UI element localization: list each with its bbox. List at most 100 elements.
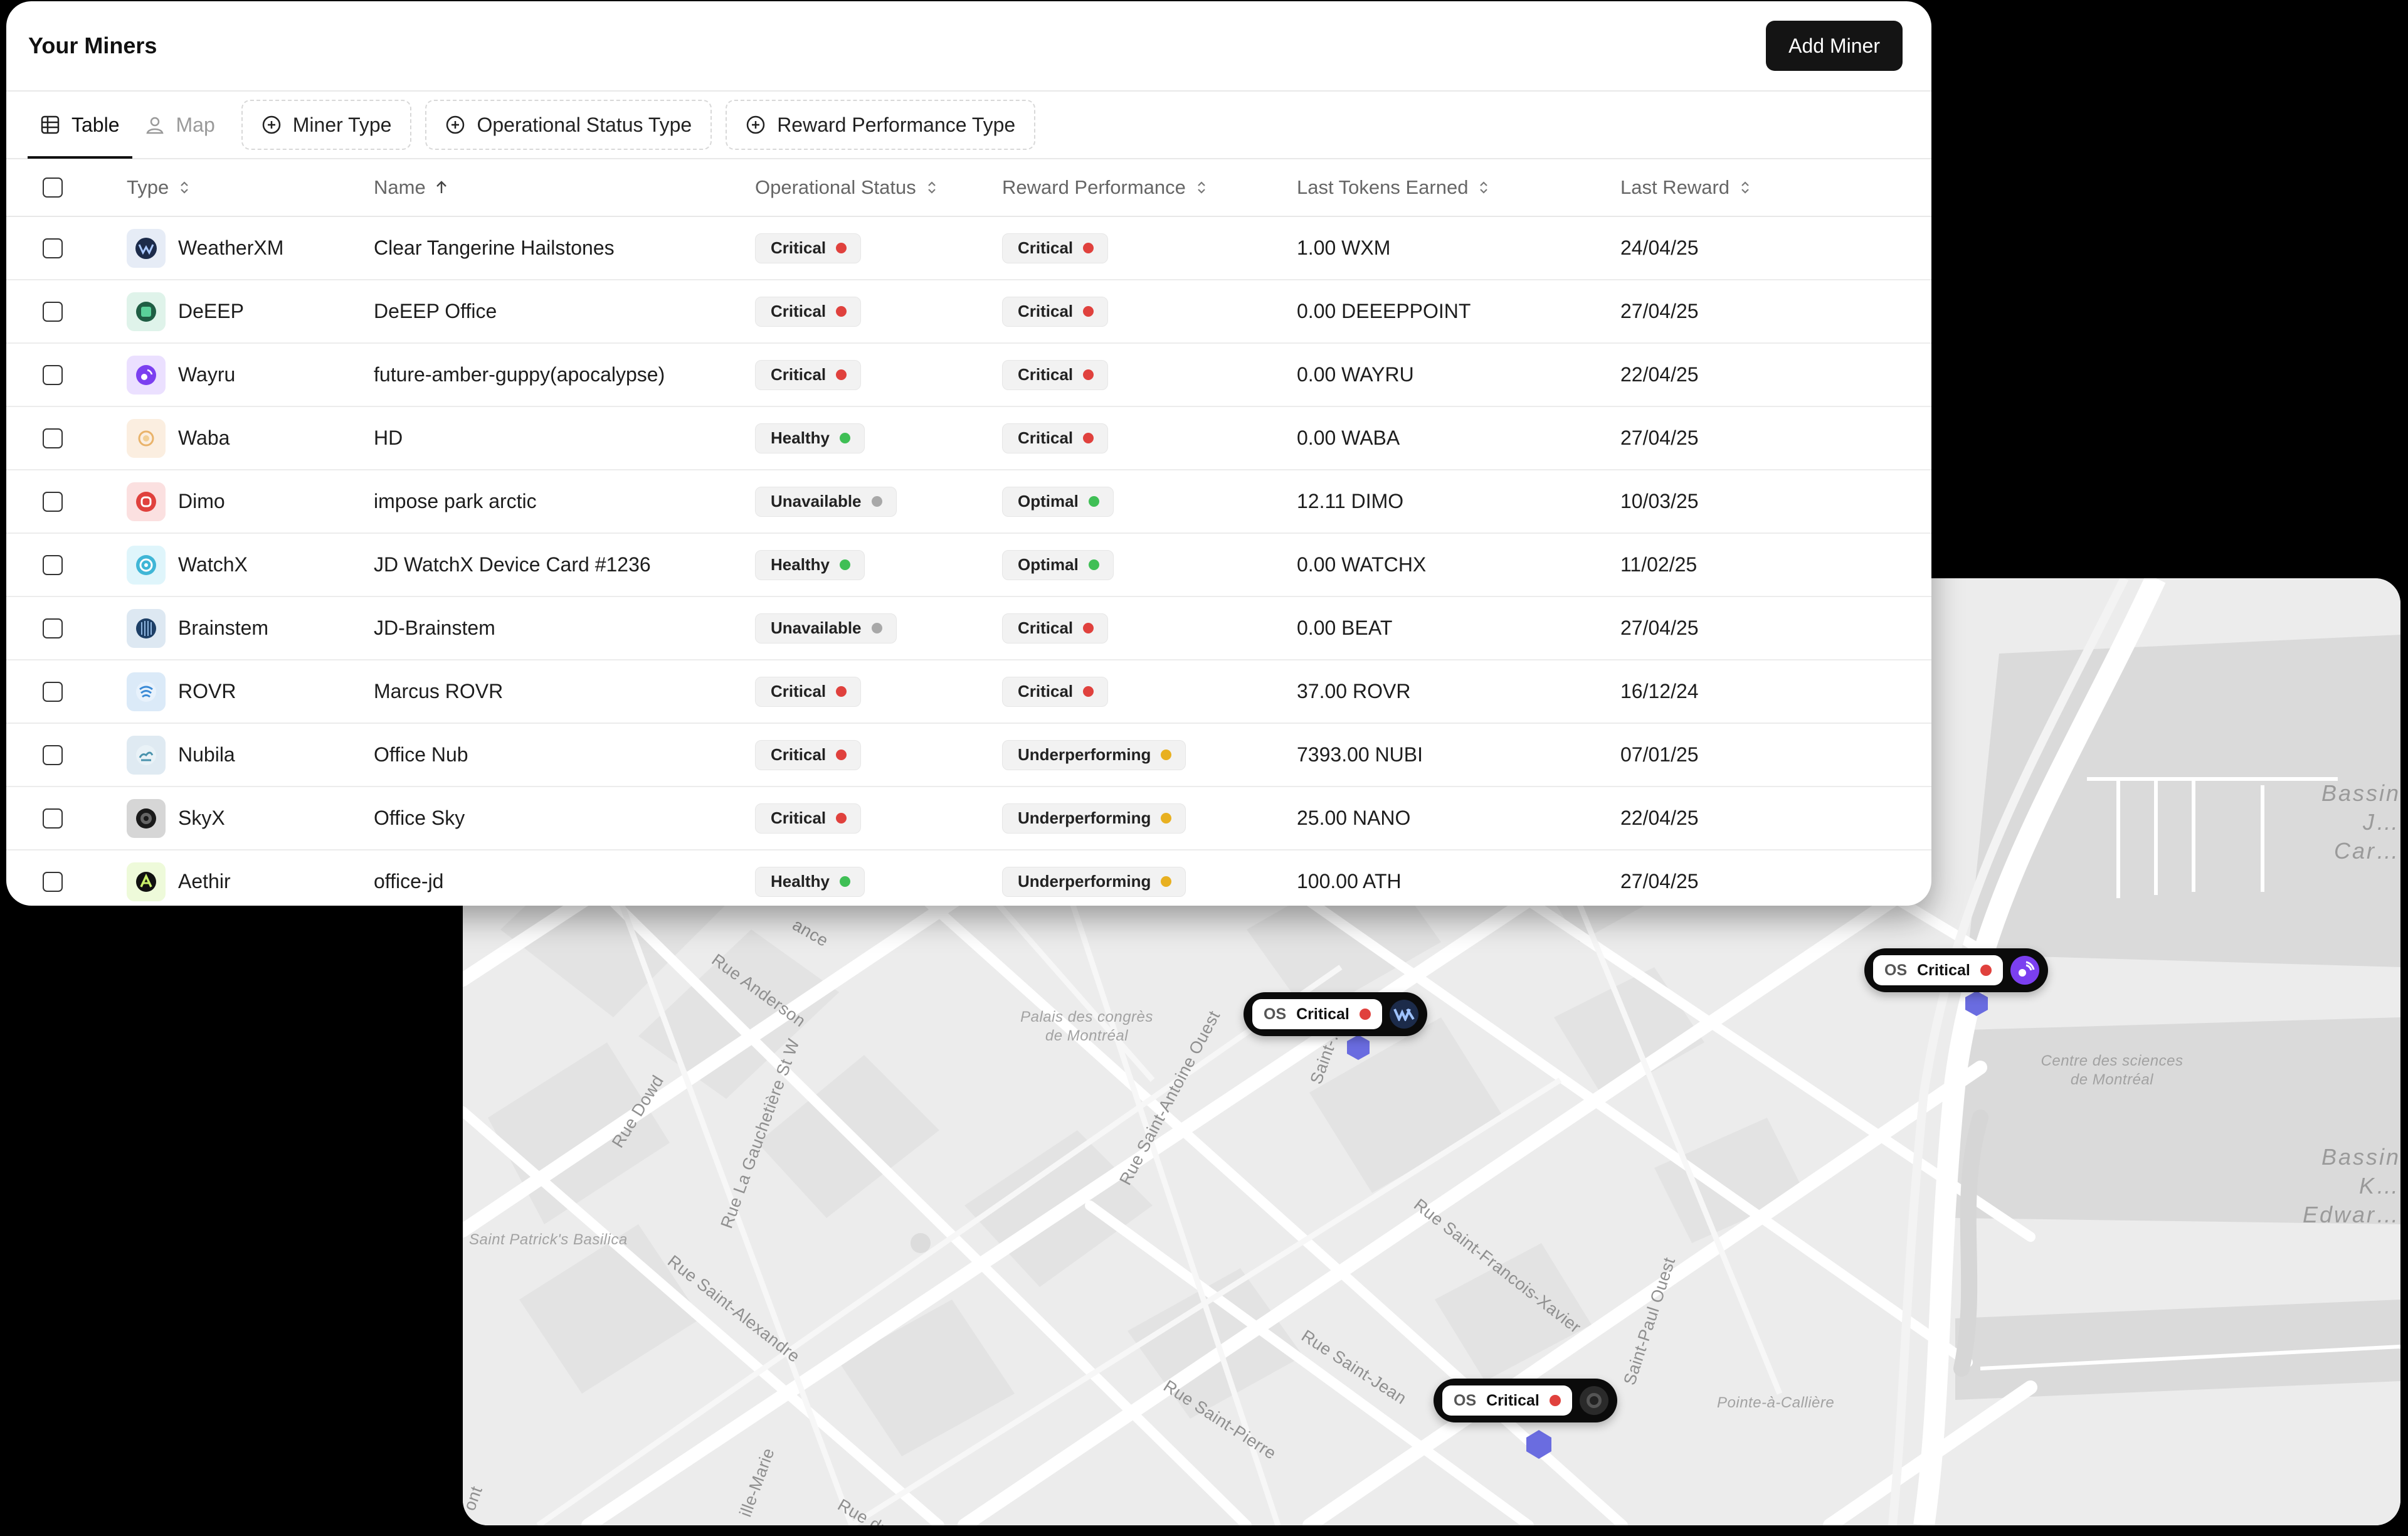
arrow-up-icon xyxy=(436,181,446,193)
sort-icon xyxy=(927,181,936,194)
table-row[interactable]: ROVR Marcus ROVR Critical Critical 37.00… xyxy=(6,660,1931,724)
status-badge: Critical xyxy=(1002,613,1109,644)
status-label: Healthy xyxy=(771,428,830,447)
operational-status-cell: Healthy xyxy=(755,850,1002,906)
status-label: Critical xyxy=(771,302,826,320)
operational-status-cell: Critical xyxy=(755,660,1002,724)
status-dot xyxy=(1083,433,1094,443)
status-dot xyxy=(836,813,847,824)
reward-performance-cell: Critical xyxy=(1002,596,1297,660)
row-select-cell xyxy=(6,723,127,787)
status-dot xyxy=(871,623,882,633)
tab-table[interactable]: Table xyxy=(28,91,132,159)
status-badge: Healthy xyxy=(755,866,865,897)
filter-reward-performance-type[interactable]: Reward Performance Type xyxy=(726,100,1036,150)
place-label: Pointe-à-Callière xyxy=(1717,1394,1835,1411)
type-cell: WeatherXM xyxy=(127,216,374,280)
table-row[interactable]: Brainstem JD-Brainstem Unavailable Criti… xyxy=(6,596,1931,660)
row-checkbox[interactable] xyxy=(43,238,63,258)
column-label: Last Tokens Earned xyxy=(1297,176,1469,198)
row-checkbox[interactable] xyxy=(43,301,63,322)
miner-name: Office Nub xyxy=(374,723,755,787)
wayru-logo-icon xyxy=(127,355,166,395)
table-row[interactable]: Aethir office-jd Healthy Underperforming… xyxy=(6,850,1931,906)
status-label: Critical xyxy=(1018,428,1074,447)
last-reward-date: 24/04/25 xyxy=(1620,216,1931,280)
status-badge: Optimal xyxy=(1002,549,1114,580)
last-reward-date: 07/01/25 xyxy=(1620,723,1931,787)
filter-operational-status-type[interactable]: Operational Status Type xyxy=(425,100,712,150)
table-row[interactable]: SkyX Office Sky Critical Underperforming… xyxy=(6,787,1931,850)
status-badge: Critical xyxy=(755,359,862,390)
table-row[interactable]: Nubila Office Nub Critical Underperformi… xyxy=(6,723,1931,787)
row-checkbox[interactable] xyxy=(43,491,63,512)
row-checkbox[interactable] xyxy=(43,744,63,765)
type-cell: SkyX xyxy=(127,787,374,850)
map-pin-weatherxm[interactable]: OS Critical xyxy=(1244,992,1427,1036)
table-row[interactable]: DeEEP DeEEP Office Critical Critical 0.0… xyxy=(6,280,1931,344)
miner-type: Aethir xyxy=(178,870,231,892)
row-checkbox[interactable] xyxy=(43,871,63,892)
row-checkbox[interactable] xyxy=(43,618,63,638)
pin-os-label: OS xyxy=(1264,1005,1287,1023)
pin-status-label: Critical xyxy=(1296,1005,1349,1023)
status-dot xyxy=(871,496,882,507)
operational-status-cell: Healthy xyxy=(755,406,1002,470)
table-row[interactable]: Wayru future-amber-guppy(apocalypse) Cri… xyxy=(6,343,1931,407)
status-label: Critical xyxy=(771,682,826,701)
column-header-name[interactable]: Name xyxy=(374,159,755,217)
table-row[interactable]: Waba HD Healthy Critical 0.00 WABA 27/04… xyxy=(6,406,1931,470)
row-checkbox[interactable] xyxy=(43,808,63,829)
status-label: Critical xyxy=(771,808,826,827)
reward-performance-cell: Optimal xyxy=(1002,470,1297,534)
map-pin-skyx[interactable]: OS Critical xyxy=(1434,1379,1617,1422)
skyx-logo-icon xyxy=(1579,1386,1608,1415)
select-all-checkbox[interactable] xyxy=(43,177,63,198)
miner-name: DeEEP Office xyxy=(374,280,755,344)
add-miner-button[interactable]: Add Miner xyxy=(1766,21,1903,71)
miner-name: Marcus ROVR xyxy=(374,660,755,724)
row-checkbox[interactable] xyxy=(43,554,63,575)
last-tokens-earned: 0.00 BEAT xyxy=(1297,596,1620,660)
status-badge: Critical xyxy=(755,739,862,770)
filter-miner-type[interactable]: Miner Type xyxy=(241,100,412,150)
status-label: Critical xyxy=(1018,365,1074,384)
last-reward-date: 27/04/25 xyxy=(1620,280,1931,344)
water-label: Bassin K… Edwar… xyxy=(2302,1144,2400,1227)
table-body: WeatherXM Clear Tangerine Hailstones Cri… xyxy=(6,216,1931,906)
column-header-last-reward[interactable]: Last Reward xyxy=(1620,159,1931,217)
status-badge: Critical xyxy=(1002,359,1109,390)
plus-circle-icon xyxy=(262,115,280,134)
type-cell: ROVR xyxy=(127,660,374,724)
miner-name: HD xyxy=(374,406,755,470)
row-select-cell xyxy=(6,216,127,280)
column-header-reward-performance[interactable]: Reward Performance xyxy=(1002,159,1297,217)
status-dot xyxy=(839,559,850,570)
row-checkbox[interactable] xyxy=(43,428,63,448)
table-row[interactable]: WatchX JD WatchX Device Card #1236 Healt… xyxy=(6,533,1931,597)
miner-type: Brainstem xyxy=(178,617,269,639)
table-row[interactable]: Dimo impose park arctic Unavailable Opti… xyxy=(6,470,1931,534)
operational-status-cell: Critical xyxy=(755,216,1002,280)
column-header-last-tokens[interactable]: Last Tokens Earned xyxy=(1297,159,1620,217)
miner-type: Dimo xyxy=(178,490,225,512)
table-row[interactable]: WeatherXM Clear Tangerine Hailstones Cri… xyxy=(6,216,1931,280)
column-header-type[interactable]: Type xyxy=(127,159,374,217)
miner-name: future-amber-guppy(apocalypse) xyxy=(374,343,755,407)
row-checkbox[interactable] xyxy=(43,681,63,702)
reward-performance-cell: Underperforming xyxy=(1002,850,1297,906)
reward-performance-cell: Critical xyxy=(1002,280,1297,344)
status-badge: Critical xyxy=(1002,423,1109,453)
map-pin-wayru[interactable]: OS Critical xyxy=(1864,948,2048,992)
last-reward-date: 10/03/25 xyxy=(1620,470,1931,534)
column-header-operational-status[interactable]: Operational Status xyxy=(755,159,1002,217)
row-checkbox[interactable] xyxy=(43,364,63,385)
pin-status-pill: OS Critical xyxy=(1252,999,1382,1029)
type-cell: Brainstem xyxy=(127,596,374,660)
last-tokens-earned: 0.00 DEEEPPOINT xyxy=(1297,280,1620,344)
status-label: Underperforming xyxy=(1018,872,1151,891)
last-reward-date: 27/04/25 xyxy=(1620,850,1931,906)
tab-map[interactable]: Map xyxy=(132,91,228,159)
miner-type: SkyX xyxy=(178,807,225,829)
status-label: Critical xyxy=(1018,682,1074,701)
